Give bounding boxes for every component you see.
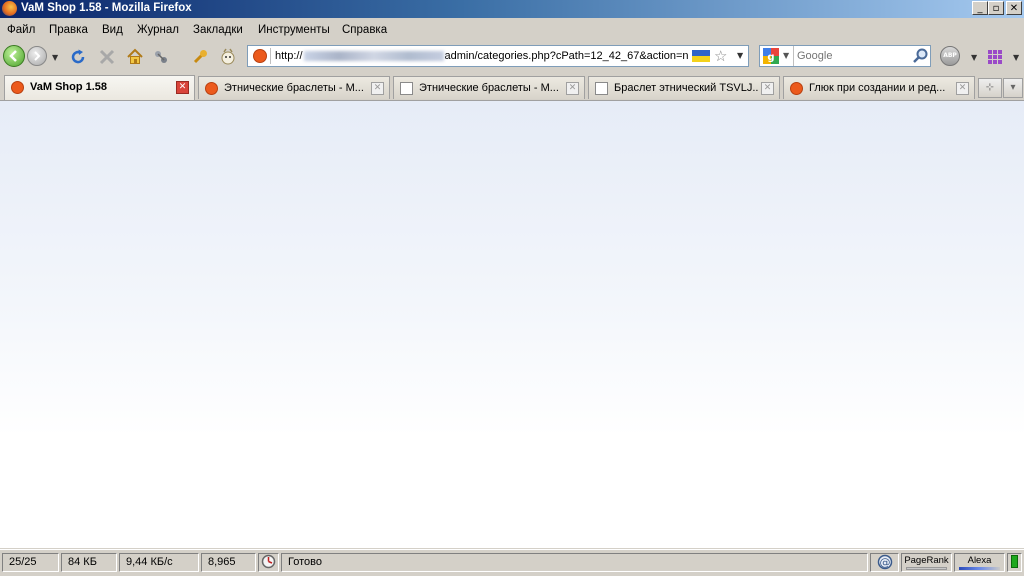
window-title: VaM Shop 1.58 - Mozilla Firefox (21, 2, 192, 14)
search-bar[interactable]: g ▼ (759, 45, 931, 67)
status-timer-cell[interactable] (258, 553, 279, 572)
status-bar: 25/25 84 КБ 9,44 КБ/с 8,965 Готово @ Pag… (0, 549, 1024, 576)
adblock-dropdown-icon[interactable]: ▼ (971, 53, 977, 62)
menu-view[interactable]: Вид (102, 24, 123, 36)
tab-label: Этнические браслеты - М... (224, 82, 364, 94)
url-prefix: http:// (275, 50, 303, 62)
menu-tools[interactable]: Инструменты (258, 24, 330, 36)
tab-close-icon[interactable]: ✕ (566, 82, 579, 95)
url-dropdown-icon[interactable]: ▼ (737, 51, 743, 60)
tab-page-icon (400, 82, 413, 95)
adblock-plus-icon[interactable]: ABP (940, 46, 960, 66)
timer-icon (261, 554, 276, 569)
search-engine-dropdown-icon[interactable]: ▼ (783, 51, 789, 60)
tab-favicon-icon (790, 82, 803, 95)
tab-close-icon[interactable]: ✕ (176, 81, 189, 94)
address-divider (270, 48, 271, 64)
tab-vam-shop[interactable]: VaM Shop 1.58 ✕ (4, 75, 195, 100)
tab-page-icon (595, 82, 608, 95)
tab-label: VaM Shop 1.58 (30, 81, 108, 93)
site-favicon-icon (253, 49, 267, 63)
pagerank-bar (906, 567, 947, 570)
maximize-button[interactable]: ▫ (988, 1, 1004, 15)
reload-icon[interactable] (69, 48, 87, 66)
pagerank-label: PageRank (904, 555, 949, 566)
tab-bracelet-tsvlj[interactable]: Браслет этнический TSVLJ... ✕ (588, 76, 780, 99)
network-icon[interactable] (152, 48, 170, 66)
menu-edit[interactable]: Правка (49, 24, 88, 36)
alexa-widget[interactable]: Alexa (954, 553, 1005, 572)
forward-arrow-icon (34, 51, 41, 61)
tab-close-icon[interactable]: ✕ (761, 82, 774, 95)
tab-ethnic-bracelets-2[interactable]: Этнические браслеты - М... ✕ (393, 76, 585, 99)
tab-close-icon[interactable]: ✕ (371, 82, 384, 95)
firefox-logo-icon (2, 1, 17, 16)
history-dropdown-icon[interactable]: ▼ (52, 53, 58, 62)
tab-close-icon[interactable]: ✕ (956, 82, 969, 95)
menu-bar: Файл Правка Вид Журнал Закладки Инструме… (0, 20, 1024, 41)
address-bar[interactable]: http:// admin/categories.php?cPath=12_42_… (247, 45, 749, 67)
grid-addon-icon[interactable] (986, 48, 1004, 66)
url-path: admin/categories.php?cPath=12_42_67&acti… (444, 50, 689, 62)
wrench-icon[interactable] (191, 48, 209, 66)
tab-ethnic-bracelets-1[interactable]: Этнические браслеты - М... ✕ (198, 76, 390, 99)
back-button[interactable] (3, 45, 25, 67)
minimize-button[interactable]: _ (972, 1, 988, 15)
svg-text:g: g (767, 52, 774, 63)
ukraine-flag-icon[interactable] (692, 50, 710, 62)
search-divider (793, 46, 794, 66)
url-redacted-host (303, 51, 444, 62)
status-text: Готово (281, 553, 868, 572)
search-icon[interactable] (912, 48, 928, 64)
pagerank-widget[interactable]: PageRank (901, 553, 952, 572)
status-size: 84 КБ (61, 553, 117, 572)
url-text[interactable]: http:// admin/categories.php?cPath=12_42_… (275, 50, 689, 62)
svg-text:@: @ (880, 556, 891, 569)
bookmark-star-icon[interactable]: ☆ (714, 47, 727, 65)
all-tabs-dropdown-icon[interactable]: ▾ (1003, 78, 1023, 98)
navigation-toolbar: ▼ http:// admin/categories.php?cPath=12_4… (0, 42, 1024, 73)
tab-strip: VaM Shop 1.58 ✕ Этнические браслеты - М.… (0, 74, 1024, 101)
forward-button[interactable] (27, 46, 47, 66)
toolbar-overflow-icon[interactable]: ▼ (1013, 53, 1019, 62)
alexa-bar (959, 567, 1000, 570)
page-content[interactable] (0, 101, 1024, 548)
status-indicator-cell (1007, 553, 1022, 572)
green-indicator-icon (1011, 555, 1018, 568)
google-engine-icon[interactable]: g (763, 48, 779, 64)
menu-help[interactable]: Справка (342, 24, 387, 36)
alexa-label: Alexa (967, 555, 992, 566)
addon-icon[interactable] (219, 48, 237, 66)
tab-glitch-edit[interactable]: Глюк при создании и ред... ✕ (783, 76, 975, 99)
stop-icon[interactable] (98, 48, 116, 66)
status-speed: 9,44 КБ/с (119, 553, 199, 572)
close-button[interactable]: ✕ (1006, 1, 1022, 15)
tab-scroll-icon[interactable]: ⊹ (978, 78, 1002, 98)
tab-label: Глюк при создании и ред... (809, 82, 946, 94)
menu-file[interactable]: Файл (7, 24, 35, 36)
menu-history[interactable]: Журнал (137, 24, 179, 36)
home-icon[interactable] (126, 48, 144, 66)
tab-label: Этнические браслеты - М... (419, 82, 559, 94)
status-time: 8,965 (201, 553, 256, 572)
tab-label: Браслет этнический TSVLJ... (614, 82, 759, 94)
menu-bookmarks[interactable]: Закладки (193, 24, 243, 36)
at-sign-icon: @ (877, 554, 893, 570)
search-input[interactable] (797, 48, 907, 64)
back-arrow-icon (9, 50, 17, 62)
status-email-cell[interactable]: @ (870, 553, 899, 572)
tab-favicon-icon (11, 81, 24, 94)
window-titlebar: VaM Shop 1.58 - Mozilla Firefox _ ▫ ✕ (0, 0, 1024, 18)
tab-favicon-icon (205, 82, 218, 95)
status-requests: 25/25 (2, 553, 59, 572)
